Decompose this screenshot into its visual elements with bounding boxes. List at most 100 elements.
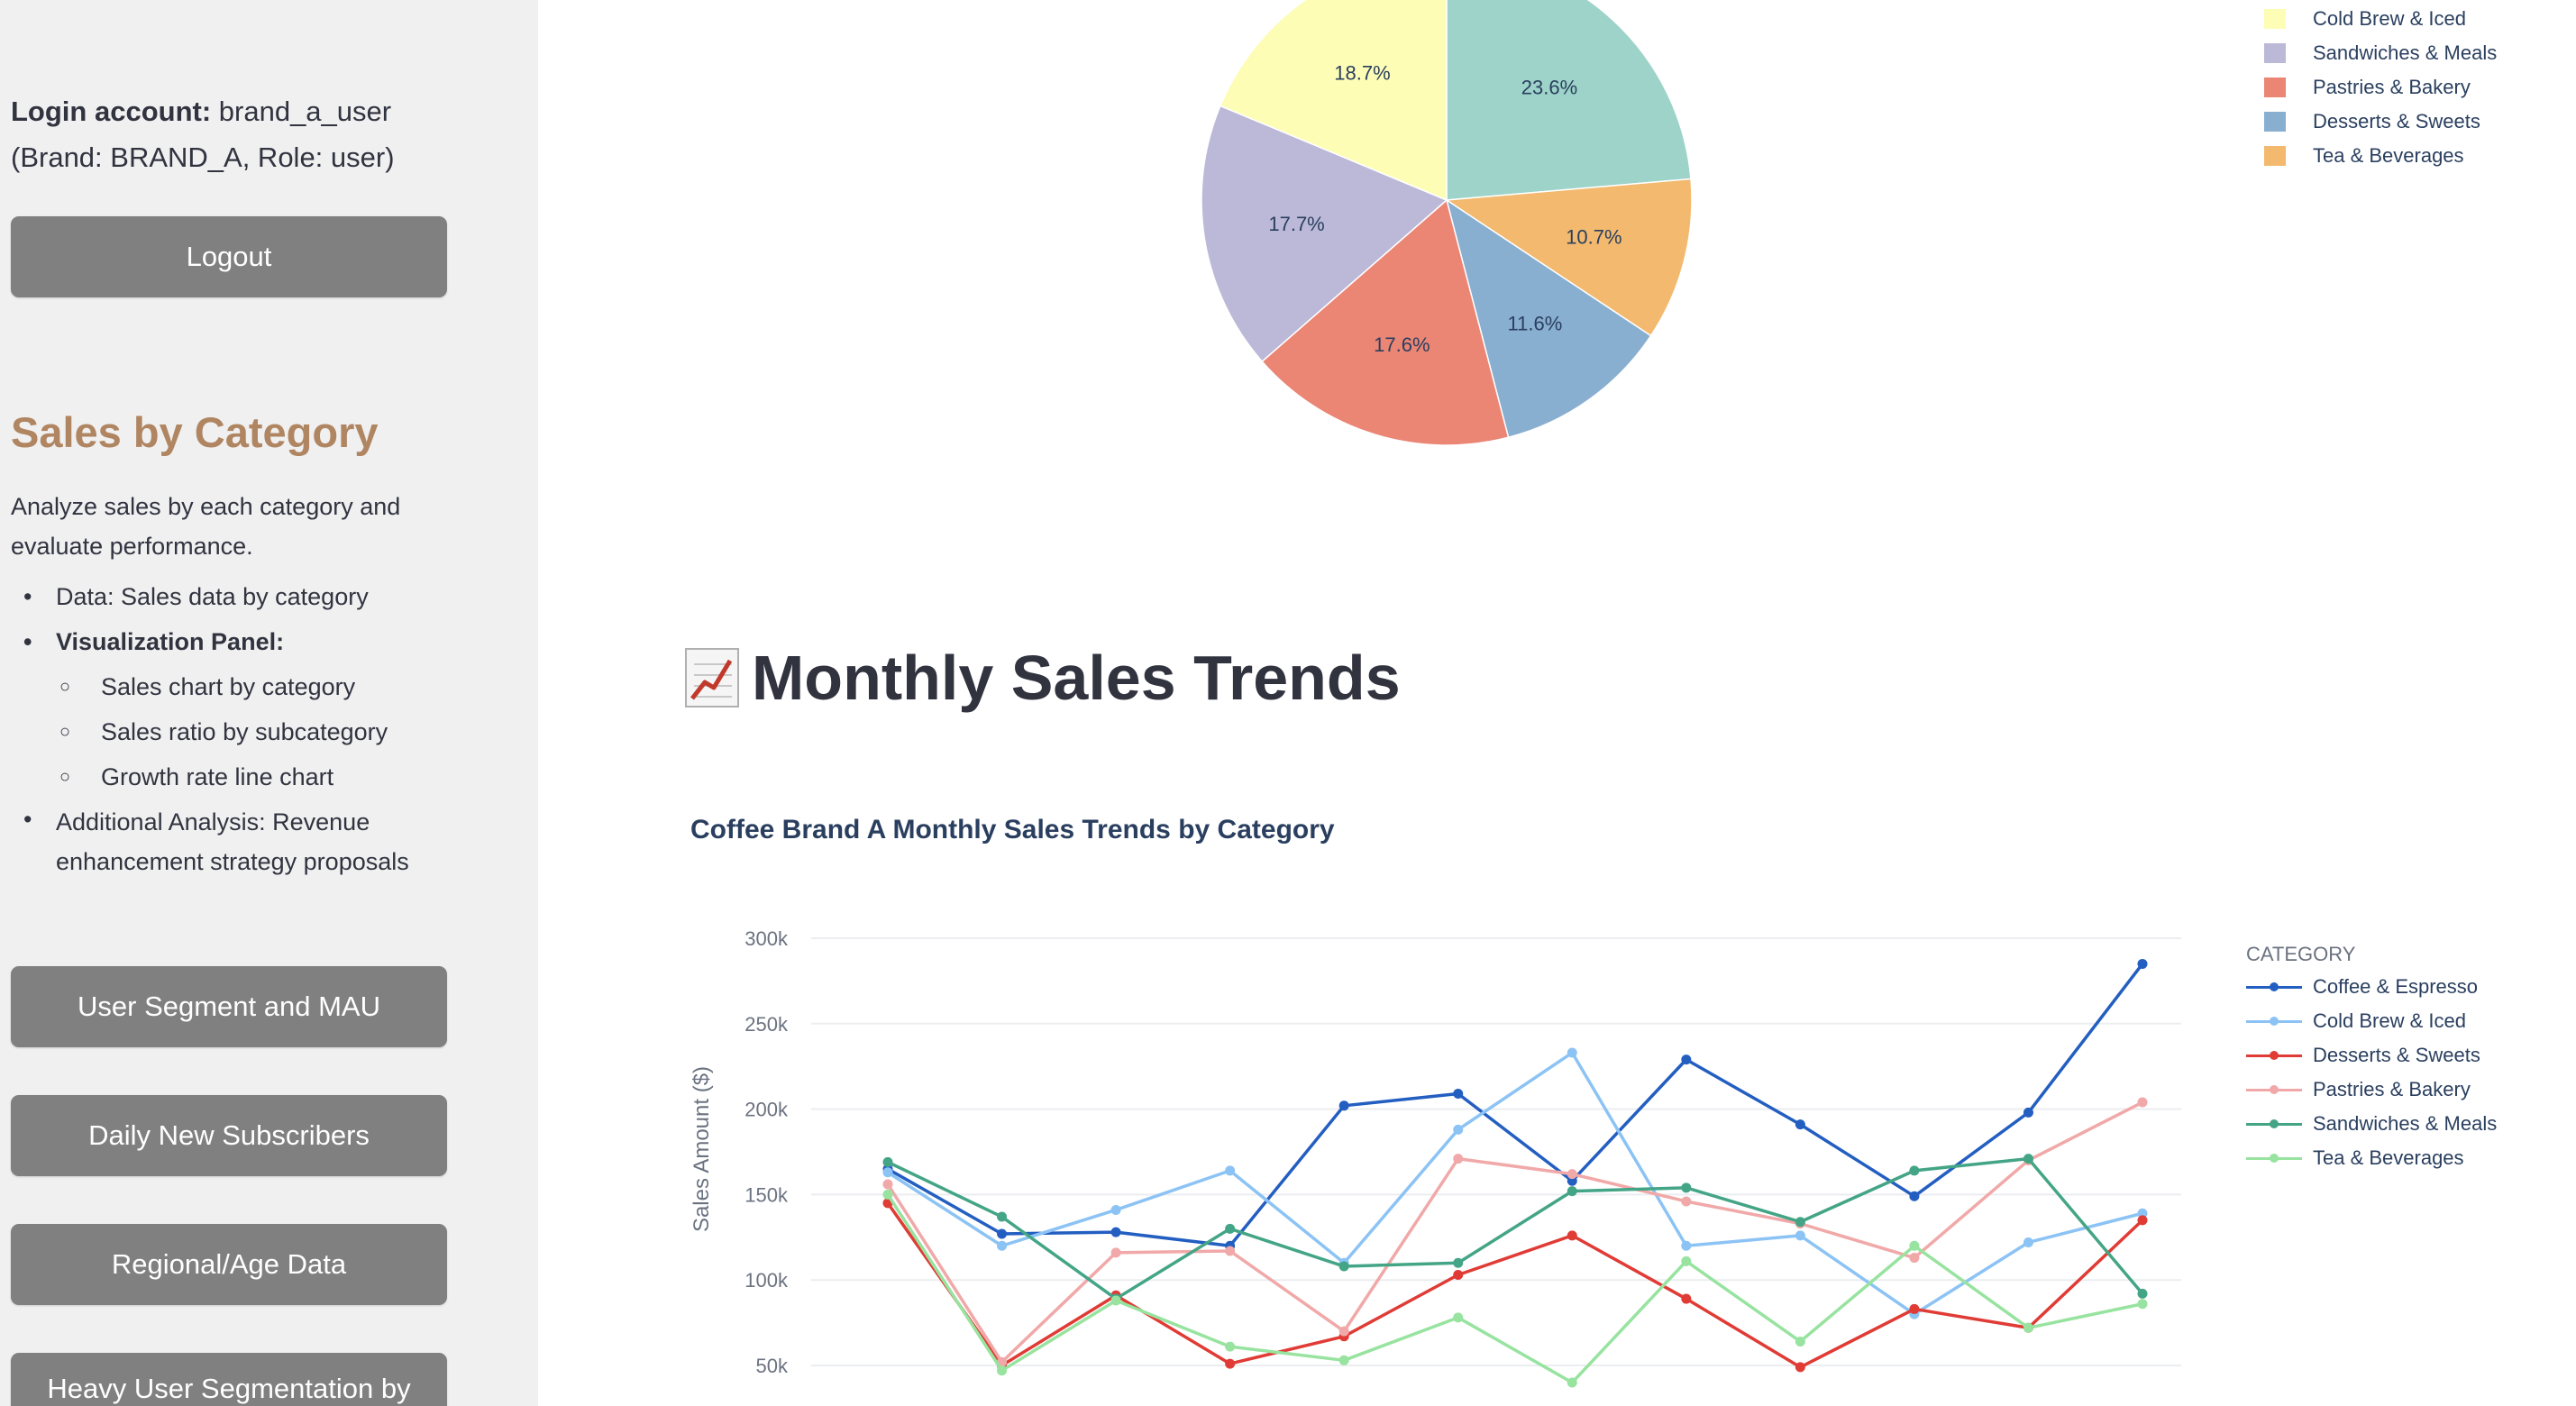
data-point[interactable] [997,1228,1008,1239]
data-point[interactable] [1681,1182,1692,1193]
data-point[interactable] [997,1365,1008,1376]
nav-button-user-segment[interactable]: User Segment and MAU [11,966,447,1047]
data-point[interactable] [1225,1165,1236,1176]
data-point[interactable] [1795,1119,1805,1130]
y-tick-label: 300k [744,927,789,950]
legend-line-swatch [2246,1011,2302,1031]
list-item: Visualization Panel: [11,619,480,664]
data-point[interactable] [1681,1240,1692,1251]
data-point[interactable] [1453,1257,1464,1268]
data-point[interactable] [2023,1237,2033,1247]
legend-item[interactable]: Pastries & Bakery [2246,1073,2497,1107]
data-point[interactable] [1795,1230,1805,1241]
legend-label: Pastries & Bakery [2313,1078,2471,1100]
pie-slice-label: 17.6% [1374,333,1430,356]
legend-swatch [2264,112,2286,132]
data-point[interactable] [1795,1217,1805,1228]
data-point[interactable] [1225,1358,1236,1369]
data-point[interactable] [882,1156,893,1167]
data-point[interactable] [1453,1270,1464,1281]
data-point[interactable] [1110,1247,1121,1258]
legend-label: Sandwiches & Meals [2313,1112,2498,1135]
data-point[interactable] [1681,1196,1692,1207]
legend-label: Desserts & Sweets [2313,110,2480,132]
data-point[interactable] [1567,1047,1577,1058]
data-point[interactable] [1795,1336,1805,1347]
legend-item[interactable]: Cold Brew & Iced [2264,2,2497,36]
data-point[interactable] [2137,1299,2148,1310]
data-point[interactable] [2137,1215,2148,1226]
series-line[interactable] [887,963,2144,1248]
sidebar: Login account: brand_a_user (Brand: BRAN… [0,0,538,1406]
data-point[interactable] [882,1179,893,1190]
data-point[interactable] [1681,1293,1692,1304]
data-point[interactable] [2023,1154,2033,1164]
legend-label: Cold Brew & Iced [2313,1009,2466,1032]
data-point[interactable] [1453,1312,1464,1323]
data-point[interactable] [1567,1377,1577,1388]
legend-item[interactable]: Tea & Beverages [2246,1141,2497,1175]
data-point[interactable] [1338,1326,1349,1337]
pie-slice-label: 11.6% [1508,312,1563,334]
data-point[interactable] [1338,1355,1349,1365]
data-point[interactable] [1110,1227,1121,1237]
data-point[interactable] [1909,1165,1920,1176]
legend-label: Pastries & Bakery [2313,76,2471,98]
section-heading: Monthly Sales Trends [685,642,1401,714]
data-point[interactable] [1795,1362,1805,1373]
data-point[interactable] [1453,1154,1464,1164]
legend-line-swatch [2246,1114,2302,1134]
nav-button-regional-age[interactable]: Regional/Age Data [11,1224,447,1305]
data-point[interactable] [1225,1223,1236,1234]
nav-button-heavy-user[interactable]: Heavy User Segmentation by [11,1353,447,1406]
data-point[interactable] [2137,1097,2148,1108]
pie-slice[interactable] [1446,0,1692,201]
login-user: brand_a_user [218,96,392,127]
data-point[interactable] [1909,1253,1920,1264]
data-point[interactable] [1909,1240,1920,1251]
data-point[interactable] [882,1167,893,1178]
data-point[interactable] [1110,1295,1121,1306]
legend-item[interactable]: Desserts & Sweets [2264,105,2497,139]
pie-chart: 23.6% 10.7% 11.6% 17.6% 17.7% 18.7% [1201,0,1693,446]
legend-item[interactable]: Sandwiches & Meals [2264,36,2497,70]
data-point[interactable] [1110,1204,1121,1215]
data-point[interactable] [1338,1100,1349,1111]
data-point[interactable] [1681,1054,1692,1065]
legend-item[interactable]: Coffee & Espresso [2246,970,2497,1004]
legend-item[interactable]: Desserts & Sweets [2246,1038,2497,1073]
data-point[interactable] [997,1211,1008,1222]
y-tick-label: 200k [744,1099,789,1121]
list-item: Data: Sales data by category [11,574,480,619]
legend-label: Cold Brew & Iced [2313,7,2466,30]
data-point[interactable] [997,1240,1008,1251]
data-point[interactable] [1909,1303,1920,1314]
data-point[interactable] [1567,1169,1577,1180]
data-point[interactable] [1567,1186,1577,1197]
list-subitem: Sales ratio by subcategory [11,709,480,754]
legend-item[interactable]: Pastries & Bakery [2264,70,2497,105]
data-point[interactable] [1225,1341,1236,1352]
data-point[interactable] [2023,1322,2033,1333]
data-point[interactable] [1225,1246,1236,1256]
data-point[interactable] [1909,1191,1920,1201]
legend-item[interactable]: Tea & Beverages [2264,139,2497,173]
data-point[interactable] [882,1189,893,1200]
data-point[interactable] [1338,1261,1349,1272]
legend-item[interactable]: Sandwiches & Meals [2246,1107,2497,1141]
legend-item[interactable]: Cold Brew & Iced [2246,1004,2497,1038]
data-point[interactable] [1567,1230,1577,1241]
data-point[interactable] [1681,1255,1692,1266]
nav-button-daily-subscribers[interactable]: Daily New Subscribers [11,1095,447,1176]
data-point[interactable] [1453,1124,1464,1135]
pie-slice-label: 18.7% [1334,62,1390,85]
data-point[interactable] [2137,958,2148,969]
logout-button[interactable]: Logout [11,216,447,297]
legend-label: Tea & Beverages [2313,1146,2464,1169]
y-tick-label: 100k [744,1269,789,1292]
data-point[interactable] [2023,1107,2033,1118]
data-point[interactable] [1453,1089,1464,1100]
series-line[interactable] [887,1156,2144,1301]
legend-label: Desserts & Sweets [2313,1044,2480,1066]
data-point[interactable] [2137,1288,2148,1299]
